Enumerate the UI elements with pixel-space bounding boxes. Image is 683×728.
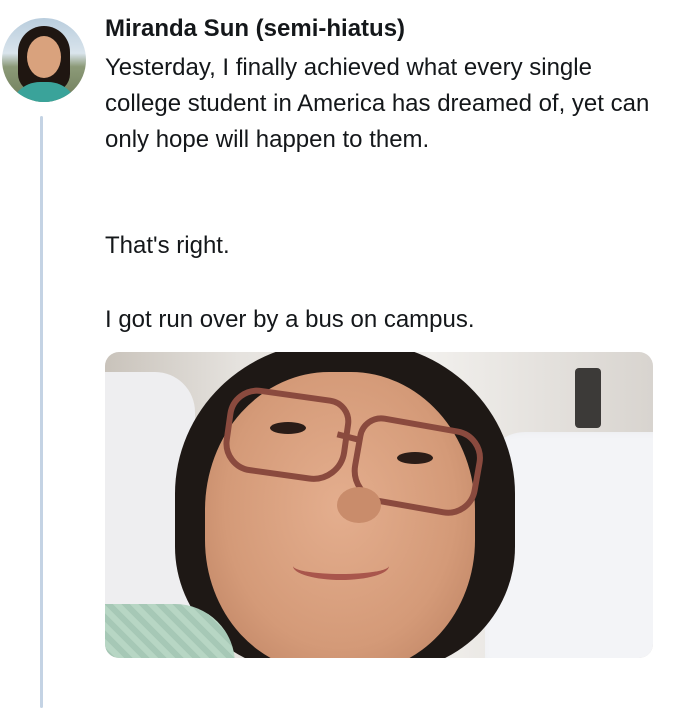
tweet-text-paragraph: Yesterday, I finally achieved what every… (105, 54, 650, 153)
author-name[interactable]: Miranda Sun (semi-hiatus) (105, 13, 405, 45)
photo-nose (337, 487, 381, 523)
tweet: Miranda Sun (semi-hiatus) Yesterday, I f… (0, 0, 683, 728)
tweet-text-paragraph: I got run over by a bus on campus. (105, 306, 475, 333)
tweet-photo[interactable] (105, 352, 653, 658)
tweet-text-paragraph: That's right. (105, 232, 230, 259)
author-avatar[interactable] (2, 18, 86, 102)
thread-line (40, 116, 43, 708)
photo-bed-rail (575, 368, 601, 428)
avatar-shirt (10, 82, 78, 102)
photo-smile (293, 552, 389, 580)
avatar-face (27, 36, 61, 78)
